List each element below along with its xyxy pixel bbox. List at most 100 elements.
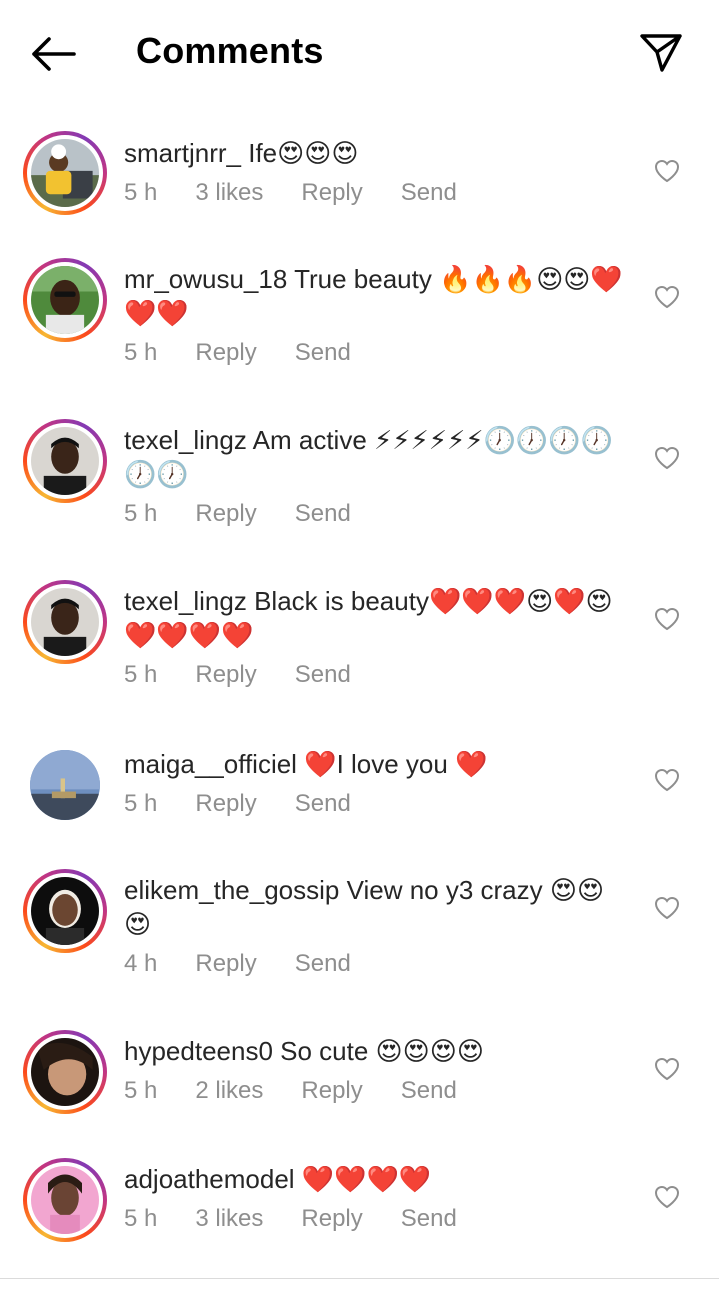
likes-count[interactable]: 2 likes bbox=[195, 1077, 263, 1105]
reply-button[interactable]: Reply bbox=[195, 500, 256, 528]
comment-item: texel_lingz Black is beauty❤️❤️❤️😍❤️😍❤️❤… bbox=[0, 556, 719, 717]
comment-username[interactable]: smartjnrr_ bbox=[124, 138, 241, 168]
comment-time: 5 h bbox=[124, 339, 158, 366]
heart-icon bbox=[654, 446, 680, 470]
comment-item: adjoathemodel ❤️❤️❤️❤️ 5 h 3 likes Reply… bbox=[0, 1134, 719, 1274]
send-link[interactable]: Send bbox=[401, 1205, 457, 1233]
comment-item: elikem_the_gossip View no y3 crazy 😍😍😍 4… bbox=[0, 845, 719, 1006]
send-link[interactable]: Send bbox=[295, 339, 351, 367]
likes-count[interactable]: 3 likes bbox=[195, 1205, 263, 1233]
like-button[interactable] bbox=[652, 157, 682, 185]
paper-plane-icon bbox=[640, 34, 682, 72]
avatar[interactable] bbox=[23, 580, 107, 664]
comment-time: 5 h bbox=[124, 179, 158, 206]
comment-username[interactable]: hypedteens0 bbox=[124, 1036, 273, 1066]
comment-time: 4 h bbox=[124, 950, 158, 977]
comment-meta: 5 h 3 likes Reply Send bbox=[124, 176, 624, 210]
comment-item: hypedteens0 So cute 😍😍😍😍 5 h 2 likes Rep… bbox=[0, 1006, 719, 1134]
comment-message: So cute 😍😍😍😍 bbox=[272, 1036, 484, 1066]
profile-photo bbox=[31, 266, 99, 334]
heart-icon bbox=[654, 285, 680, 309]
comment-item: mr_owusu_18 True beauty 🔥🔥🔥😍😍❤️❤️❤️ 5 h … bbox=[0, 234, 719, 395]
heart-icon bbox=[654, 607, 680, 631]
back-button[interactable] bbox=[28, 34, 78, 74]
reply-button[interactable]: Reply bbox=[195, 661, 256, 689]
comment-username[interactable]: mr_owusu_18 bbox=[124, 264, 287, 294]
comment-item: texel_lingz Am active ⚡⚡⚡⚡⚡⚡🕖🕖🕖🕖🕖🕖 5 h R… bbox=[0, 395, 719, 556]
heart-icon bbox=[654, 159, 680, 183]
like-button[interactable] bbox=[652, 605, 682, 633]
send-link[interactable]: Send bbox=[295, 790, 351, 818]
like-button[interactable] bbox=[652, 1055, 682, 1083]
arrow-left-icon bbox=[32, 37, 76, 71]
bottom-divider bbox=[0, 1278, 719, 1279]
comment-time: 5 h bbox=[124, 1205, 158, 1232]
avatar[interactable] bbox=[23, 743, 107, 827]
profile-photo bbox=[31, 427, 99, 495]
heart-icon bbox=[654, 1057, 680, 1081]
comment-meta: 5 h Reply Send bbox=[124, 787, 624, 821]
comment-message: ❤️I love you ❤️ bbox=[296, 749, 488, 779]
header-bar: Comments bbox=[0, 0, 719, 106]
like-button[interactable] bbox=[652, 1183, 682, 1211]
reply-button[interactable]: Reply bbox=[195, 790, 256, 818]
comment-username[interactable]: adjoathemodel bbox=[124, 1164, 295, 1194]
comment-username[interactable]: maiga__officiel bbox=[124, 749, 297, 779]
comment-meta: 5 h 2 likes Reply Send bbox=[124, 1074, 624, 1108]
reply-button[interactable]: Reply bbox=[195, 339, 256, 367]
comment-item: maiga__officiel ❤️I love you ❤️ 5 h Repl… bbox=[0, 717, 719, 845]
send-link[interactable]: Send bbox=[295, 950, 351, 978]
page-title: Comments bbox=[136, 30, 324, 71]
avatar[interactable] bbox=[23, 131, 107, 215]
reply-button[interactable]: Reply bbox=[195, 950, 256, 978]
likes-count[interactable]: 3 likes bbox=[195, 179, 263, 207]
profile-photo bbox=[31, 139, 99, 207]
avatar[interactable] bbox=[23, 1030, 107, 1114]
comment-username[interactable]: elikem_the_gossip bbox=[124, 875, 339, 905]
avatar[interactable] bbox=[23, 258, 107, 342]
comment-item: smartjnrr_ Ife😍😍😍 5 h 3 likes Reply Send bbox=[0, 106, 719, 234]
avatar[interactable] bbox=[23, 1158, 107, 1242]
reply-button[interactable]: Reply bbox=[301, 179, 362, 207]
heart-icon bbox=[654, 1185, 680, 1209]
comment-text: adjoathemodel ❤️❤️❤️❤️ bbox=[124, 1162, 624, 1196]
like-button[interactable] bbox=[652, 283, 682, 311]
comment-message: Ife😍😍😍 bbox=[241, 138, 359, 168]
like-button[interactable] bbox=[652, 766, 682, 794]
reply-button[interactable]: Reply bbox=[301, 1077, 362, 1105]
send-link[interactable]: Send bbox=[401, 179, 457, 207]
like-button[interactable] bbox=[652, 444, 682, 472]
profile-photo bbox=[31, 1038, 99, 1106]
heart-icon bbox=[654, 768, 680, 792]
send-link[interactable]: Send bbox=[401, 1077, 457, 1105]
reply-button[interactable]: Reply bbox=[301, 1205, 362, 1233]
comment-text: elikem_the_gossip View no y3 crazy 😍😍😍 bbox=[124, 873, 624, 941]
profile-photo bbox=[31, 877, 99, 945]
profile-photo bbox=[31, 588, 99, 656]
like-button[interactable] bbox=[652, 894, 682, 922]
heart-icon bbox=[654, 896, 680, 920]
comment-text: texel_lingz Black is beauty❤️❤️❤️😍❤️😍❤️❤… bbox=[124, 584, 624, 652]
comment-text: hypedteens0 So cute 😍😍😍😍 bbox=[124, 1034, 624, 1068]
share-button[interactable] bbox=[636, 30, 686, 76]
comment-meta: 5 h 3 likes Reply Send bbox=[124, 1202, 624, 1236]
send-link[interactable]: Send bbox=[295, 661, 351, 689]
avatar[interactable] bbox=[23, 419, 107, 503]
comment-time: 5 h bbox=[124, 500, 158, 527]
profile-photo bbox=[30, 750, 100, 820]
comment-time: 5 h bbox=[124, 1077, 158, 1104]
comment-meta: 5 h Reply Send bbox=[124, 336, 624, 370]
comment-text: smartjnrr_ Ife😍😍😍 bbox=[124, 136, 624, 170]
comment-text: maiga__officiel ❤️I love you ❤️ bbox=[124, 747, 624, 781]
comment-username[interactable]: texel_lingz bbox=[124, 586, 247, 616]
comment-text: mr_owusu_18 True beauty 🔥🔥🔥😍😍❤️❤️❤️ bbox=[124, 262, 624, 330]
comment-time: 5 h bbox=[124, 790, 158, 817]
comment-message: ❤️❤️❤️❤️ bbox=[294, 1164, 432, 1194]
comment-meta: 5 h Reply Send bbox=[124, 497, 624, 531]
comment-username[interactable]: texel_lingz bbox=[124, 425, 247, 455]
comment-time: 5 h bbox=[124, 661, 158, 688]
send-link[interactable]: Send bbox=[295, 500, 351, 528]
comment-text: texel_lingz Am active ⚡⚡⚡⚡⚡⚡🕖🕖🕖🕖🕖🕖 bbox=[124, 423, 624, 491]
avatar[interactable] bbox=[23, 869, 107, 953]
comment-meta: 5 h Reply Send bbox=[124, 658, 624, 692]
